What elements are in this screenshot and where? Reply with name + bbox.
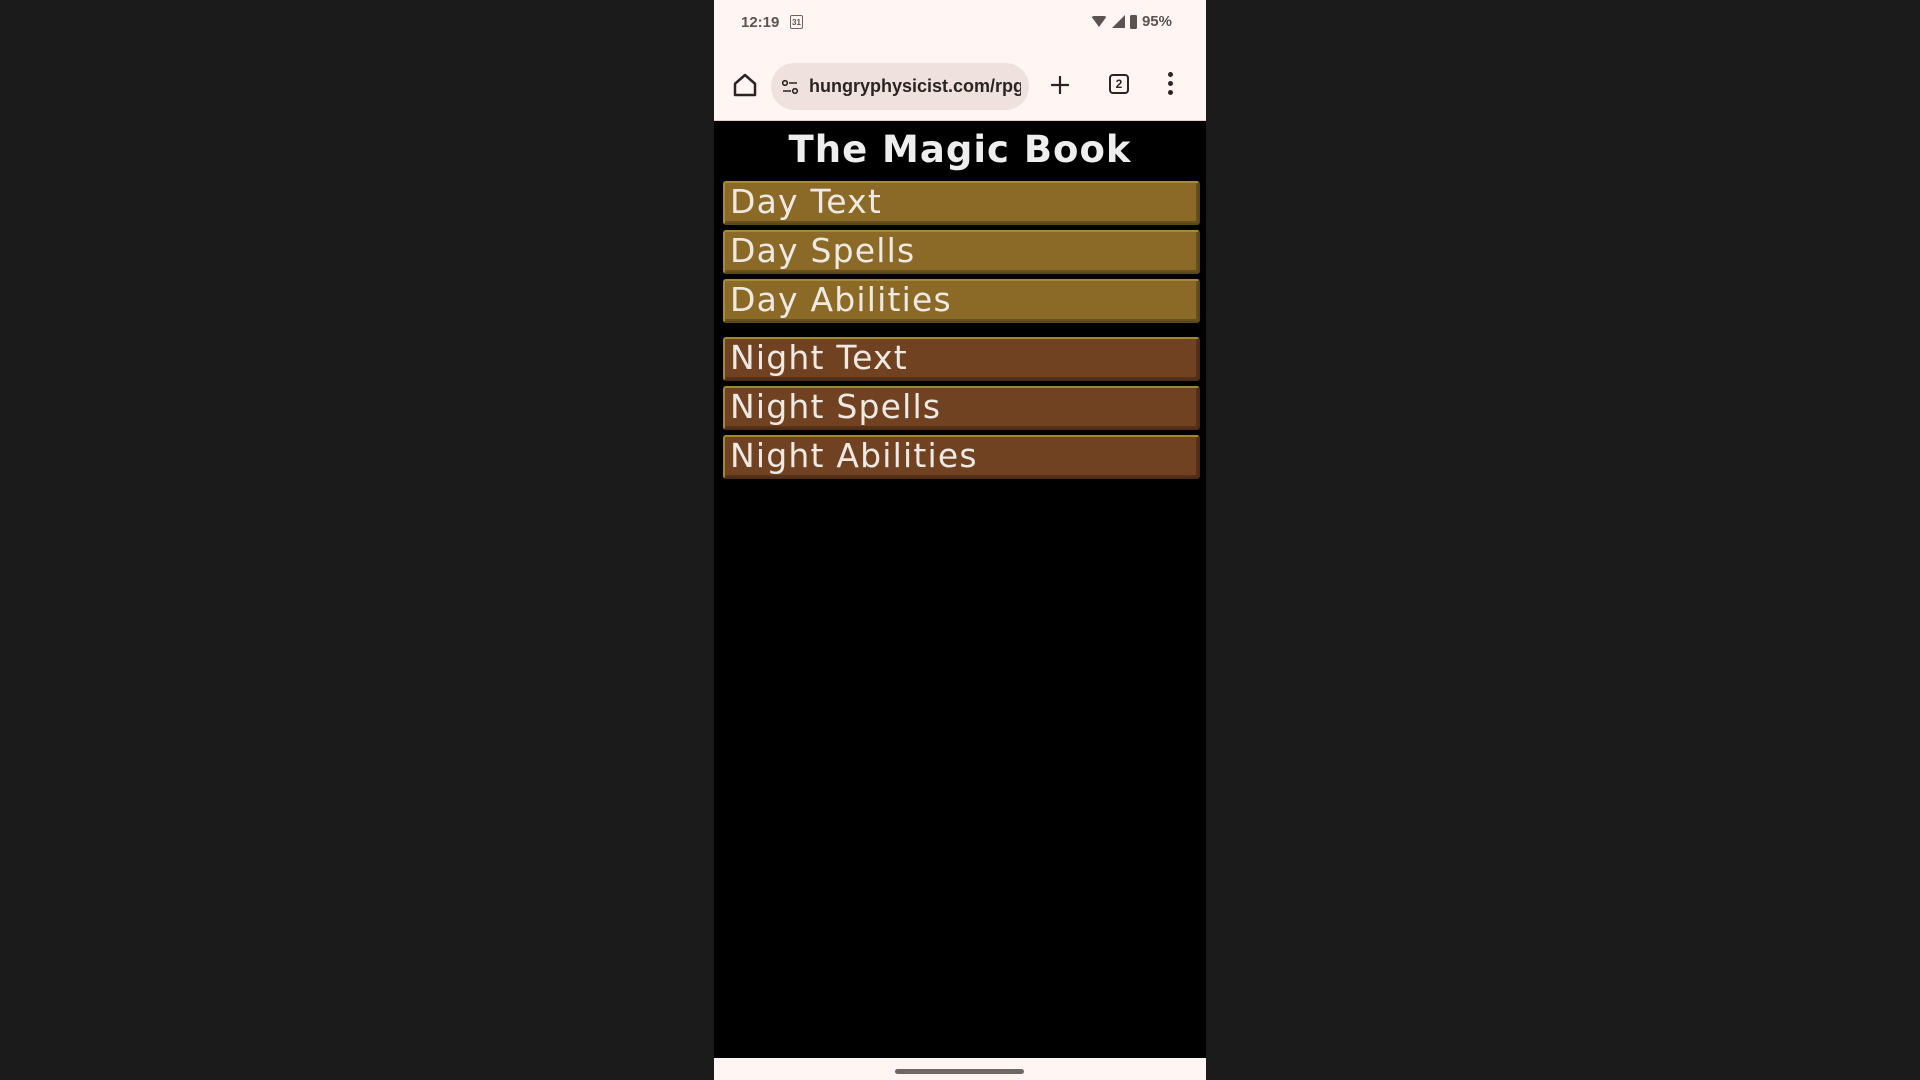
battery-percent: 95%	[1141, 13, 1172, 30]
battery-icon	[1129, 14, 1137, 29]
gesture-handle[interactable]	[895, 1069, 1024, 1074]
navigation-bar	[714, 1058, 1206, 1080]
site-settings-icon[interactable]	[781, 78, 799, 96]
browser-toolbar: hungryphysicist.com/rpg 2	[714, 48, 1206, 121]
more-vert-icon[interactable]	[1164, 72, 1176, 98]
new-tab-plus-icon[interactable]	[1047, 72, 1073, 98]
wifi-icon	[1090, 16, 1107, 27]
night-abilities-button[interactable]: Night Abilities	[723, 435, 1200, 479]
phone-screen: 12:19 31 95% hungryphysicist.com/rpg 2 T…	[714, 0, 1206, 1080]
status-time: 12:19	[741, 14, 780, 31]
day-abilities-button[interactable]: Day Abilities	[723, 279, 1200, 323]
day-text-button[interactable]: Day Text	[723, 181, 1200, 225]
status-indicators: 95%	[1090, 13, 1172, 30]
night-spells-button[interactable]: Night Spells	[723, 386, 1200, 430]
status-bar: 12:19 31 95%	[714, 0, 1206, 48]
day-spells-button[interactable]: Day Spells	[723, 230, 1200, 274]
tabs-count-button[interactable]: 2	[1109, 74, 1129, 94]
signal-icon	[1111, 15, 1125, 28]
page-title: The Magic Book	[788, 128, 1132, 171]
night-text-button[interactable]: Night Text	[723, 337, 1200, 381]
home-icon[interactable]	[730, 70, 760, 100]
address-bar[interactable]: hungryphysicist.com/rpg	[771, 63, 1029, 110]
calendar-icon: 31	[790, 15, 803, 29]
url-text[interactable]: hungryphysicist.com/rpg	[809, 76, 1021, 97]
